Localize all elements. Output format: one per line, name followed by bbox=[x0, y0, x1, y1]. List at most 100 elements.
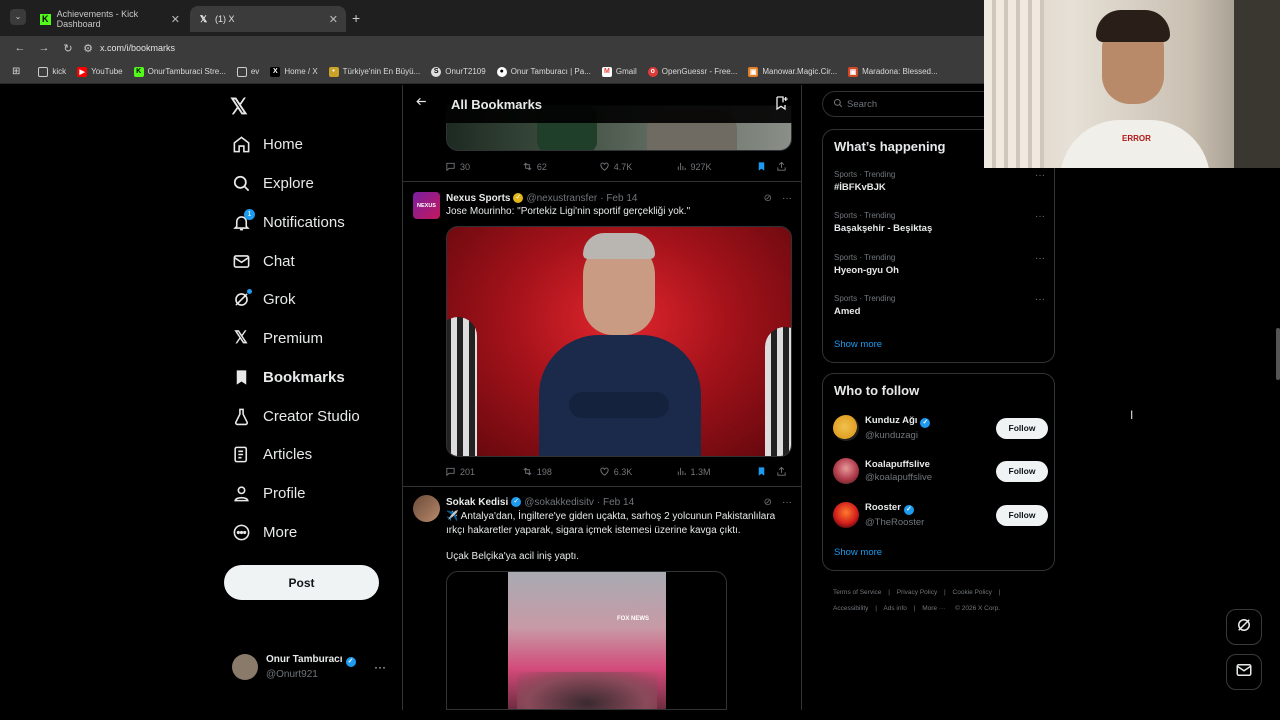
tweet-author-name[interactable]: Nexus Sports bbox=[446, 193, 510, 204]
more-icon[interactable]: ··· bbox=[1035, 211, 1045, 222]
nav-explore[interactable]: Explore bbox=[230, 168, 314, 198]
nav-bookmarks[interactable]: Bookmarks bbox=[230, 362, 345, 392]
trend-item[interactable]: Sports · Trending Amed ··· bbox=[834, 294, 1049, 317]
nav-creator-studio[interactable]: Creator Studio bbox=[230, 401, 360, 431]
bookmark-item[interactable]: X Home / X bbox=[270, 66, 318, 77]
bookmark-item[interactable]: • Türkiye'nin En Büyü... bbox=[328, 66, 420, 77]
more-icon[interactable]: ··· bbox=[1035, 170, 1045, 181]
page-scrollbar[interactable] bbox=[1276, 328, 1280, 380]
nav-premium[interactable]: 𝕏 Premium bbox=[230, 323, 323, 353]
tweet-date[interactable]: · Feb 14 bbox=[597, 497, 634, 508]
x-logo-icon[interactable]: 𝕏 bbox=[230, 94, 248, 120]
tweet-video[interactable]: FOX NEWS bbox=[446, 571, 727, 710]
follow-button[interactable]: Follow bbox=[996, 504, 1048, 526]
account-handle: @Onurt921 bbox=[266, 669, 318, 680]
post-button[interactable]: Post bbox=[224, 565, 379, 600]
bookmark-item[interactable]: kick bbox=[38, 66, 66, 77]
bookmark-item[interactable]: ● Onur Tamburacı | Pa... bbox=[496, 66, 591, 77]
card-title: Who to follow bbox=[834, 383, 920, 398]
show-more-link[interactable]: Show more bbox=[834, 339, 882, 350]
tweet-date[interactable]: · Feb 14 bbox=[600, 193, 637, 204]
bookmark-item[interactable]: ev bbox=[236, 66, 259, 77]
bookmark-item[interactable]: ▣ Maradona: Blessed... bbox=[848, 66, 938, 77]
follow-button[interactable]: Follow bbox=[996, 417, 1048, 439]
nav-more[interactable]: More bbox=[230, 517, 297, 547]
bookmark-item[interactable]: ▶ YouTube bbox=[77, 66, 123, 77]
nav-grok[interactable]: Grok bbox=[230, 284, 296, 314]
site-info-icon[interactable]: ⚙ bbox=[80, 42, 96, 55]
footer-link[interactable]: Cookie Policy bbox=[953, 589, 992, 596]
bookmark-item[interactable]: K OnurTamburaci Stre... bbox=[133, 66, 226, 77]
avatar[interactable] bbox=[413, 495, 440, 522]
close-icon[interactable]: ✕ bbox=[329, 13, 338, 26]
grok-icon[interactable]: ⊘ bbox=[764, 193, 772, 204]
reply-button[interactable]: 201 bbox=[445, 466, 522, 477]
forward-icon[interactable]: → bbox=[32, 42, 56, 54]
footer-link[interactable]: Privacy Policy bbox=[897, 589, 937, 596]
views-button[interactable]: 927K bbox=[676, 161, 757, 172]
footer-link[interactable]: Terms of Service bbox=[833, 589, 881, 596]
trend-item[interactable]: Sports · Trending Hyeon-gyu Oh ··· bbox=[834, 253, 1049, 276]
avatar[interactable]: NEXUS bbox=[413, 192, 440, 219]
trend-item[interactable]: Sports · Trending Başakşehir - Beşiktaş … bbox=[834, 211, 1049, 234]
nav-chat[interactable]: Chat bbox=[230, 246, 295, 276]
folder-icon bbox=[236, 66, 247, 77]
new-folder-icon[interactable] bbox=[773, 95, 789, 116]
footer-link[interactable]: More ··· bbox=[922, 605, 945, 612]
more-icon[interactable]: ··· bbox=[782, 497, 792, 508]
nav-home[interactable]: Home bbox=[230, 129, 303, 159]
page-title: All Bookmarks bbox=[451, 96, 543, 112]
tweet-author-handle[interactable]: @sokakkedisitv bbox=[524, 497, 594, 508]
footer-link[interactable]: Accessibility bbox=[833, 605, 868, 612]
grok-icon[interactable]: ⊘ bbox=[764, 497, 772, 508]
repost-button[interactable]: 62 bbox=[522, 161, 599, 172]
close-icon[interactable]: ✕ bbox=[171, 13, 180, 26]
follow-suggestion[interactable]: Kunduz Ağı ✓ @kunduzagi Follow bbox=[833, 413, 1048, 443]
like-button[interactable]: 4.7K bbox=[599, 161, 676, 172]
nav-profile[interactable]: Profile bbox=[230, 478, 306, 508]
divider bbox=[403, 181, 801, 182]
back-icon[interactable]: ← bbox=[8, 42, 32, 54]
bookmark-filled-icon[interactable] bbox=[756, 466, 776, 477]
bookmark-item[interactable]: ▣ Manowar.Magic.Cir... bbox=[748, 66, 837, 77]
nav-notifications[interactable]: 1 Notifications bbox=[230, 207, 345, 237]
url-field[interactable]: x.com/i/bookmarks bbox=[100, 43, 175, 53]
bookmark-item[interactable]: o OpenGuessr - Free... bbox=[647, 66, 737, 77]
grok-float-button[interactable] bbox=[1226, 609, 1262, 645]
show-more-link[interactable]: Show more bbox=[834, 547, 882, 558]
more-icon[interactable]: ··· bbox=[782, 193, 792, 204]
browser-tab-kick[interactable]: K Achievements - Kick Dashboard ✕ bbox=[32, 6, 188, 32]
follow-suggestion[interactable]: Koalapuffslive @koalapuffslive Follow bbox=[833, 456, 1048, 486]
share-icon[interactable] bbox=[776, 161, 791, 172]
like-button[interactable]: 6.3K bbox=[599, 466, 676, 477]
nav-articles[interactable]: Articles bbox=[230, 439, 312, 469]
reload-icon[interactable]: ↻ bbox=[56, 42, 80, 55]
tweet-author-handle[interactable]: @nexustransfer bbox=[526, 193, 597, 204]
more-icon[interactable]: ··· bbox=[1035, 253, 1045, 264]
more-icon[interactable]: ··· bbox=[374, 660, 386, 674]
tweet-actions: 201 198 6.3K 1.3M bbox=[445, 466, 791, 477]
tweet-author-name[interactable]: Sokak Kedisi bbox=[446, 497, 508, 508]
bookmark-item[interactable]: S OnurT2109 bbox=[431, 66, 486, 77]
tweet-media[interactable] bbox=[446, 226, 792, 457]
apps-icon[interactable]: ⊞ bbox=[12, 66, 20, 77]
back-arrow-icon[interactable] bbox=[415, 95, 429, 113]
bookmark-item[interactable]: M Gmail bbox=[601, 66, 637, 77]
tab-search-button[interactable]: ⌄ bbox=[10, 9, 26, 25]
share-icon[interactable] bbox=[776, 466, 791, 477]
browser-tab-x[interactable]: 𝕏 (1) X ✕ bbox=[190, 6, 346, 32]
more-icon[interactable]: ··· bbox=[1035, 294, 1045, 305]
trend-item[interactable]: Sports · Trending #İBFKvBJK ··· bbox=[834, 170, 1049, 193]
search-input[interactable]: Search bbox=[822, 91, 984, 117]
repost-button[interactable]: 198 bbox=[522, 466, 599, 477]
new-tab-button[interactable]: + bbox=[352, 10, 360, 26]
footer-link[interactable]: Ads info bbox=[883, 605, 907, 612]
views-button[interactable]: 1.3M bbox=[676, 466, 757, 477]
account-switcher[interactable]: Onur Tamburacı ✓ @Onurt921 ··· bbox=[232, 654, 392, 680]
bookmark-filled-icon[interactable] bbox=[756, 161, 776, 172]
messages-float-button[interactable] bbox=[1226, 654, 1262, 690]
reply-button[interactable]: 30 bbox=[445, 161, 522, 172]
follow-button[interactable]: Follow bbox=[996, 460, 1048, 482]
text-cursor-icon: I bbox=[1130, 408, 1134, 422]
follow-suggestion[interactable]: Rooster ✓ @TheRooster Follow bbox=[833, 500, 1048, 530]
